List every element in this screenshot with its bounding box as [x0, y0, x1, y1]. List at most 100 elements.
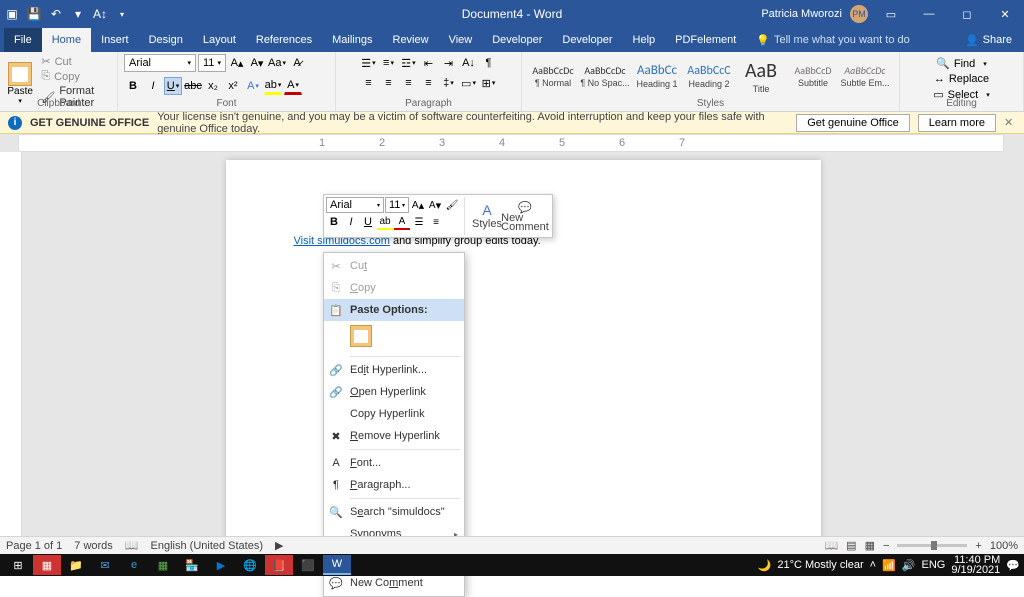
- align-right-button[interactable]: ≡: [400, 74, 418, 92]
- cm-search[interactable]: 🔍Search "simuldocs": [324, 501, 464, 523]
- tray-volume-icon[interactable]: 🔊: [902, 559, 916, 572]
- font-name-select[interactable]: Arial▾: [124, 54, 196, 72]
- zoom-slider[interactable]: [897, 544, 967, 547]
- tab-references[interactable]: References: [246, 28, 322, 52]
- touch-icon[interactable]: A↕: [92, 6, 108, 22]
- cut-button[interactable]: ✂Cut: [37, 54, 111, 69]
- mini-bold[interactable]: B: [326, 214, 342, 230]
- align-left-button[interactable]: ≡: [360, 74, 378, 92]
- taskbar-app[interactable]: ✉: [91, 555, 119, 575]
- copy-button[interactable]: ⎘Copy: [37, 69, 111, 84]
- font-size-select[interactable]: 11▾: [198, 54, 226, 72]
- save-icon[interactable]: 💾: [26, 6, 42, 22]
- view-print-button[interactable]: ▤: [846, 539, 856, 552]
- undo-icon[interactable]: ↶: [48, 6, 64, 22]
- bullets-button[interactable]: ☰▾: [360, 54, 378, 72]
- tab-pdfelement[interactable]: PDFelement: [665, 28, 746, 52]
- tray-clock[interactable]: 11:40 PM9/19/2021: [951, 555, 1000, 575]
- warning-close-button[interactable]: ✕: [1004, 116, 1016, 129]
- status-language[interactable]: English (United States): [151, 540, 264, 552]
- zoom-level[interactable]: 100%: [990, 540, 1018, 552]
- cm-paste-options[interactable]: 📋Paste Options:: [324, 299, 464, 321]
- italic-button[interactable]: I: [144, 77, 162, 95]
- tab-mailings[interactable]: Mailings: [322, 28, 382, 52]
- tell-me-search[interactable]: 💡Tell me what you want to do: [746, 28, 919, 52]
- user-name[interactable]: Patricia Mworozi: [761, 8, 842, 20]
- multilevel-button[interactable]: ☲▾: [400, 54, 418, 72]
- tray-chevron-icon[interactable]: ˄: [870, 559, 876, 571]
- macro-icon[interactable]: ▶: [275, 539, 283, 552]
- tab-file[interactable]: File: [4, 28, 42, 52]
- weather-icon[interactable]: 🌙: [758, 559, 772, 572]
- get-genuine-button[interactable]: Get genuine Office: [796, 114, 910, 132]
- style-item[interactable]: AaBTitle: [736, 54, 786, 98]
- taskbar-app[interactable]: e: [120, 555, 148, 575]
- mini-numbering[interactable]: ≡: [428, 214, 444, 230]
- subscript-button[interactable]: x₂: [204, 77, 222, 95]
- mini-size-select[interactable]: 11▾: [385, 197, 409, 213]
- cm-copy-hyperlink[interactable]: Copy Hyperlink: [324, 403, 464, 425]
- change-case-button[interactable]: Aa▾: [268, 54, 286, 72]
- taskbar-app[interactable]: ▦: [149, 555, 177, 575]
- tab-review[interactable]: Review: [383, 28, 439, 52]
- tab-view[interactable]: View: [439, 28, 483, 52]
- cm-font[interactable]: AFont...: [324, 452, 464, 474]
- superscript-button[interactable]: x²: [224, 77, 242, 95]
- mini-italic[interactable]: I: [343, 214, 359, 230]
- mini-format-painter[interactable]: 🖌: [444, 197, 460, 213]
- cm-cut[interactable]: ✂Cut: [324, 255, 464, 277]
- strikethrough-button[interactable]: abc: [184, 77, 202, 95]
- tab-developer-2[interactable]: Developer: [552, 28, 622, 52]
- tray-lang[interactable]: ENG: [922, 559, 946, 571]
- cm-open-hyperlink[interactable]: 🔗Open Hyperlink: [324, 381, 464, 403]
- mini-highlight[interactable]: ab: [377, 214, 393, 230]
- cm-paste-option-keep[interactable]: [324, 321, 464, 354]
- redo-icon[interactable]: ▾: [70, 6, 86, 22]
- tab-help[interactable]: Help: [623, 28, 666, 52]
- ribbon-options-icon[interactable]: ▭: [876, 3, 906, 25]
- show-marks-button[interactable]: ¶: [480, 54, 498, 72]
- style-item[interactable]: AaBbCcCHeading 2: [684, 54, 734, 98]
- mini-shrink-font[interactable]: A▾: [427, 197, 443, 213]
- taskbar-app[interactable]: ▦: [33, 555, 61, 575]
- taskbar-app[interactable]: 🌐: [236, 555, 264, 575]
- tab-home[interactable]: Home: [42, 28, 91, 52]
- tab-layout[interactable]: Layout: [193, 28, 246, 52]
- share-button[interactable]: 👤Share: [953, 34, 1024, 47]
- start-button[interactable]: ⊞: [4, 555, 32, 575]
- tray-network-icon[interactable]: 📶: [882, 559, 896, 572]
- sort-button[interactable]: A↓: [460, 54, 478, 72]
- view-read-button[interactable]: 📖: [824, 539, 838, 552]
- align-center-button[interactable]: ≡: [380, 74, 398, 92]
- status-words[interactable]: 7 words: [74, 540, 113, 552]
- tab-design[interactable]: Design: [139, 28, 193, 52]
- style-item[interactable]: AaBbCcDSubtitle: [788, 54, 838, 98]
- style-item[interactable]: AaBbCcDc¶ No Spac...: [580, 54, 630, 98]
- mini-underline[interactable]: U: [360, 214, 376, 230]
- status-page[interactable]: Page 1 of 1: [6, 540, 62, 552]
- shrink-font-button[interactable]: A▾: [248, 54, 266, 72]
- replace-button[interactable]: ↔Replace: [930, 72, 993, 86]
- cm-remove-hyperlink[interactable]: ✖Remove Hyperlink: [324, 425, 464, 447]
- clear-formatting-button[interactable]: A̷: [288, 54, 306, 72]
- qat-dropdown-icon[interactable]: ▾: [114, 6, 130, 22]
- style-item[interactable]: AaBbCcDcSubtle Em...: [840, 54, 890, 98]
- cm-edit-hyperlink[interactable]: 🔗Edit Hyperlink...: [324, 359, 464, 381]
- increase-indent-button[interactable]: ⇥: [440, 54, 458, 72]
- bold-button[interactable]: B: [124, 77, 142, 95]
- mini-new-comment[interactable]: 💬New Comment: [507, 197, 543, 235]
- line-spacing-button[interactable]: ‡▾: [440, 74, 458, 92]
- find-button[interactable]: 🔍Find▾: [932, 56, 991, 71]
- taskbar-app[interactable]: 🏪: [178, 555, 206, 575]
- taskbar-app[interactable]: 📕: [265, 555, 293, 575]
- taskbar-word[interactable]: W: [323, 555, 351, 575]
- cm-paragraph[interactable]: ¶Paragraph...: [324, 474, 464, 496]
- decrease-indent-button[interactable]: ⇤: [420, 54, 438, 72]
- vertical-ruler[interactable]: [0, 152, 22, 536]
- avatar[interactable]: PM: [850, 5, 868, 23]
- tab-insert[interactable]: Insert: [91, 28, 139, 52]
- minimize-button[interactable]: —: [914, 3, 944, 25]
- view-web-button[interactable]: ▦: [865, 539, 875, 552]
- taskbar-app[interactable]: 📁: [62, 555, 90, 575]
- grow-font-button[interactable]: A▴: [228, 54, 246, 72]
